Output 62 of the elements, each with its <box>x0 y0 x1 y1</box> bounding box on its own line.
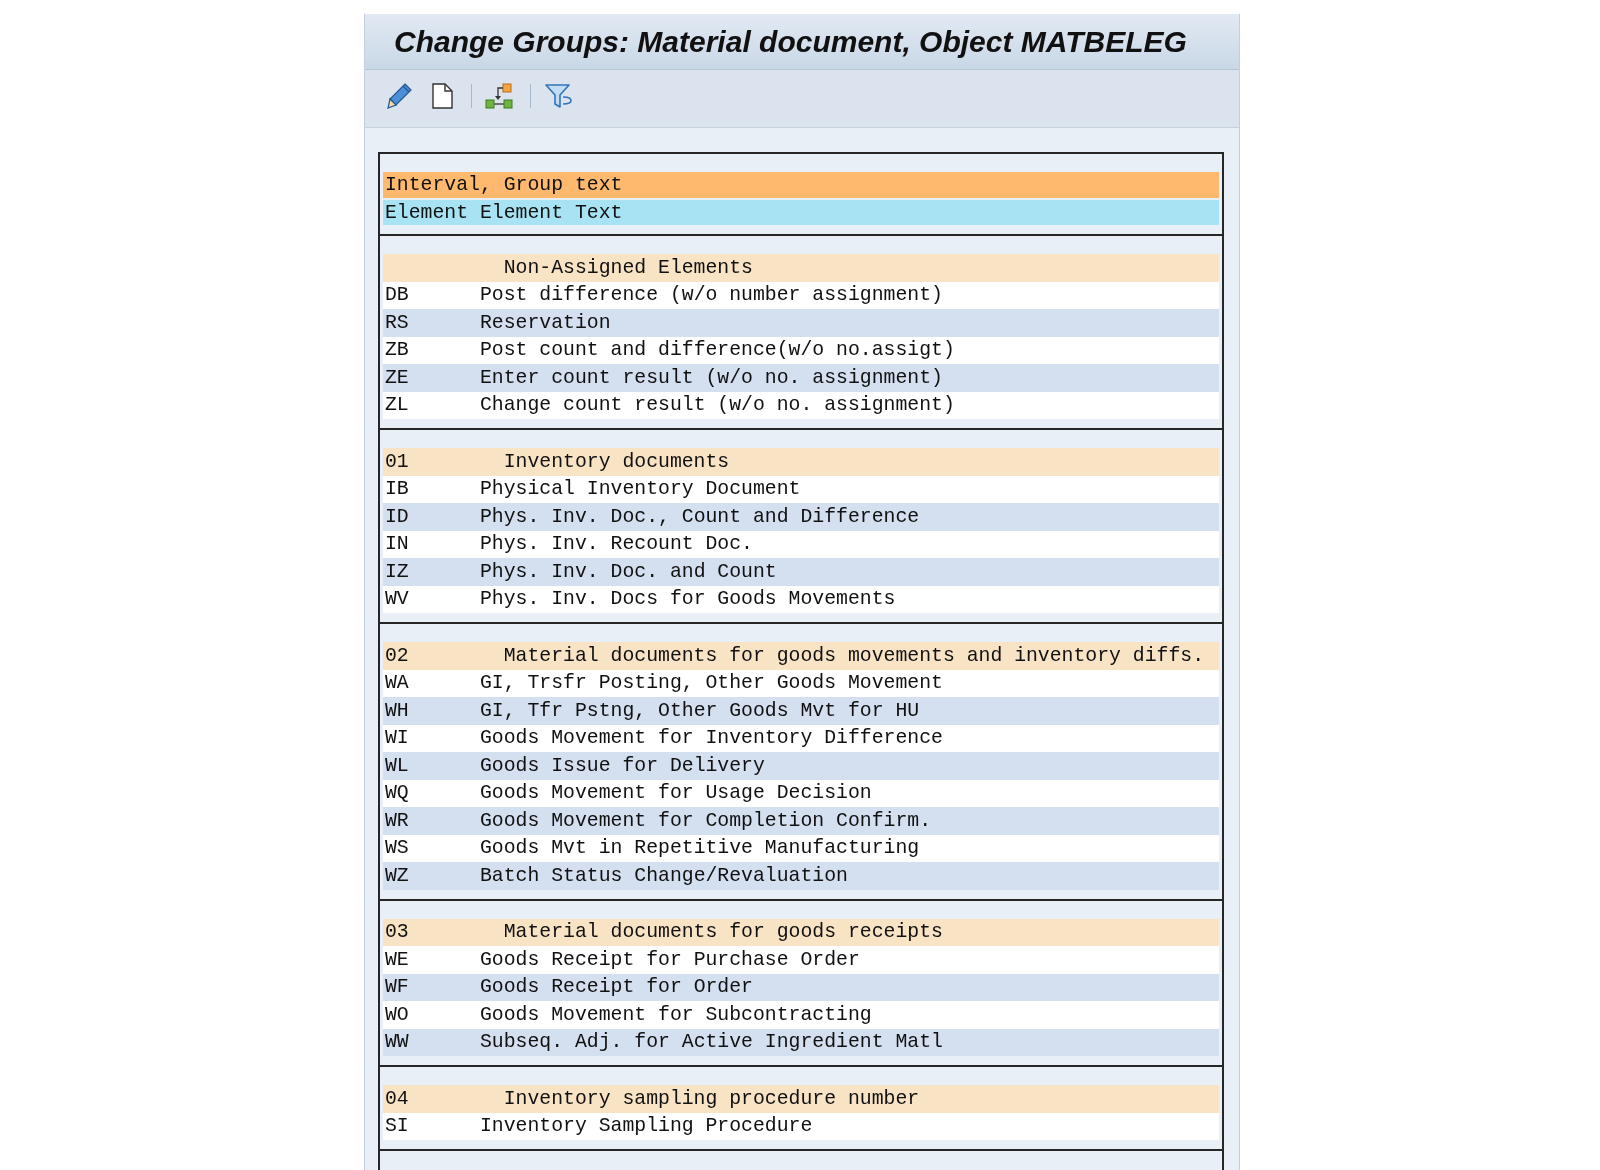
window-title: Change Groups: Material document, Object MATBELEG <box>394 24 1187 59</box>
pencil-icon[interactable] <box>387 83 412 109</box>
element-code: ZB <box>385 339 409 362</box>
element-text: Change count result (w/o no. assignment) <box>479 394 955 417</box>
group-title: Inventory sampling procedure number <box>503 1087 920 1110</box>
element-text: Goods Movement for Inventory Difference <box>479 727 943 750</box>
element-text: Goods Movement for Usage Decision <box>479 782 872 805</box>
element-text: Phys. Inv. Recount Doc. <box>479 533 753 556</box>
element-code: SI <box>385 1115 409 1138</box>
group-legend-label: Interval, Group text <box>385 174 623 196</box>
element-code: WV <box>385 588 409 611</box>
element-text: Physical Inventory Document <box>479 478 801 501</box>
element-text: Post difference (w/o number assignment) <box>479 284 943 307</box>
element-code: ZL <box>385 394 409 417</box>
element-code: WS <box>385 837 409 860</box>
element-code: WZ <box>385 864 409 887</box>
element-code: WQ <box>385 782 409 805</box>
element-code: WW <box>385 1031 409 1054</box>
element-text: Batch Status Change/Revaluation <box>479 864 848 887</box>
element-text: Reservation <box>479 311 611 334</box>
element-text: Phys. Inv. Doc., Count and Difference <box>479 505 920 528</box>
element-text: Goods Movement for Completion Confirm. <box>479 809 932 832</box>
group-number: 01 <box>385 450 409 473</box>
element-code: WF <box>385 976 409 999</box>
element-text: Goods Receipt for Purchase Order <box>479 948 860 971</box>
document-icon[interactable] <box>430 83 453 109</box>
element-code: DB <box>385 284 409 307</box>
hierarchy-icon[interactable] <box>485 83 513 109</box>
element-text: GI, Trsfr Posting, Other Goods Movement <box>479 672 943 695</box>
element-text: Phys. Inv. Doc. and Count <box>479 560 777 583</box>
element-code: WA <box>385 672 409 695</box>
group-number: 04 <box>385 1087 409 1110</box>
group-title: Inventory documents <box>503 450 730 473</box>
element-code: WI <box>385 727 409 750</box>
group-number: 03 <box>385 921 409 944</box>
element-text: Goods Issue for Delivery <box>479 754 765 777</box>
element-code: WR <box>385 809 409 832</box>
element-code: IN <box>385 533 409 556</box>
element-text: Enter count result (w/o no. assignment) <box>479 366 943 389</box>
element-text: GI, Tfr Pstng, Other Goods Mvt for HU <box>479 699 920 722</box>
element-code: RS <box>385 311 409 334</box>
element-code: WE <box>385 948 409 971</box>
element-text: Phys. Inv. Docs for Goods Movements <box>479 588 896 611</box>
element-code: ID <box>385 505 409 528</box>
group-number: 02 <box>385 644 409 667</box>
group-title: Non-Assigned Elements <box>503 256 753 279</box>
filter-icon[interactable] <box>545 83 572 109</box>
element-text: Goods Movement for Subcontracting <box>479 1003 872 1026</box>
element-code: WH <box>385 699 409 722</box>
element-code: WO <box>385 1003 409 1026</box>
group-title: Material documents for goods movements and inventory diffs. <box>503 644 1205 667</box>
element-code: IZ <box>385 560 409 583</box>
element-text: Inventory Sampling Procedure <box>479 1115 813 1138</box>
element-text: Goods Receipt for Order <box>479 976 753 999</box>
element-text: Post count and difference(w/o no.assigt) <box>479 339 955 362</box>
element-code: WL <box>385 754 409 777</box>
element-code: IB <box>385 478 409 501</box>
element-legend-label: Element Element Text <box>385 201 623 224</box>
group-title: Material documents for goods receipts <box>503 921 943 944</box>
element-code: ZE <box>385 366 409 389</box>
element-text: Goods Mvt in Repetitive Manufacturing <box>479 837 920 860</box>
element-text: Subseq. Adj. for Active Ingredient Matl <box>479 1031 943 1054</box>
